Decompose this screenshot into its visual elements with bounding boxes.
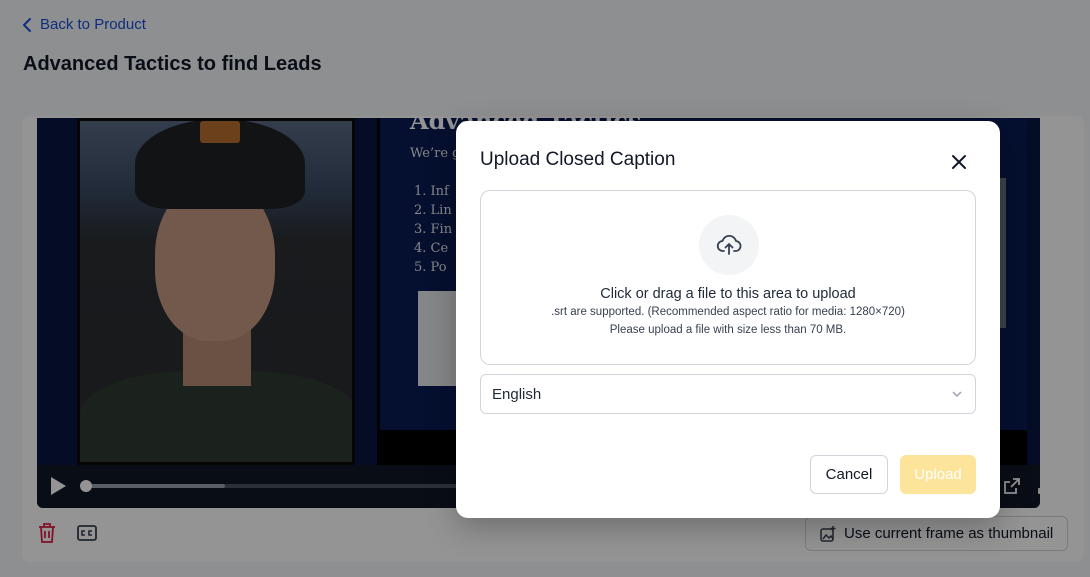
upload-circle (699, 215, 759, 275)
dropzone-size-limit: Please upload a file with size less than… (609, 324, 847, 336)
chevron-down-icon (952, 391, 962, 398)
cancel-button[interactable]: Cancel (810, 455, 888, 494)
language-select-value: English (492, 385, 542, 403)
close-icon[interactable] (950, 153, 968, 171)
dropzone-instruction: Click or drag a file to this area to upl… (600, 286, 856, 302)
upload-button[interactable]: Upload (900, 455, 976, 494)
upload-cloud-icon (716, 235, 742, 255)
upload-caption-dialog: Upload Closed Caption Click or drag a fi… (456, 121, 1000, 518)
file-dropzone[interactable]: Click or drag a file to this area to upl… (480, 190, 976, 365)
language-select[interactable]: English (480, 374, 976, 414)
dropzone-formats: .srt are supported. (Recommended aspect … (551, 306, 905, 318)
dialog-title: Upload Closed Caption (480, 149, 676, 170)
